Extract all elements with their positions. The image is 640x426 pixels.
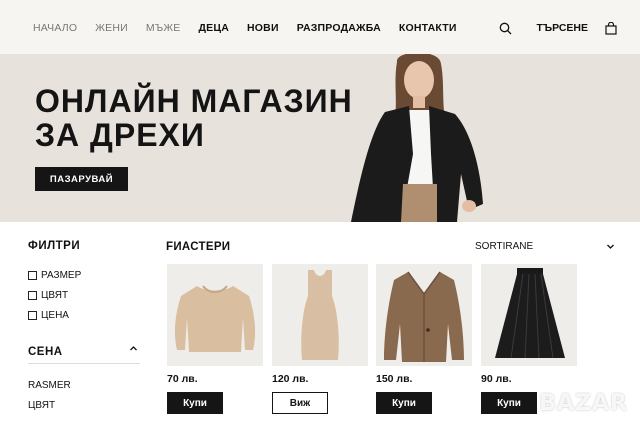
filter-link-color[interactable]: ЦВЯТ — [28, 400, 71, 411]
nav-link-contacts[interactable]: КОНТАКТИ — [399, 22, 457, 34]
products-title: FИАСТЕРИ — [166, 241, 231, 253]
filter-price-label: ЦЕНА — [41, 310, 69, 321]
hero-banner: ОНЛАЙН МАГАЗИН ЗА ДРЕХИ ПАЗАРУВАЙ — [0, 54, 640, 222]
product-card[interactable]: 70 лв. Купи — [167, 264, 263, 414]
chevron-down-icon[interactable] — [606, 242, 615, 251]
sort-label: SORTIRANE — [475, 241, 534, 252]
product-card[interactable]: 150 лв. Купи — [376, 264, 472, 414]
search-label[interactable]: ТЪРСЕНЕ — [537, 22, 588, 34]
search-icon[interactable] — [497, 19, 515, 37]
view-button[interactable]: Виж — [272, 392, 328, 414]
nav-link-new[interactable]: НОВИ — [247, 22, 279, 34]
nav-link-home[interactable]: НАЧАЛО — [33, 22, 77, 34]
product-price: 70 лв. — [167, 373, 198, 385]
filter-link-size[interactable]: RASMER — [28, 380, 71, 391]
product-image-sweater[interactable] — [167, 264, 263, 366]
checkbox-icon[interactable] — [28, 291, 37, 300]
hero-title-line2: ЗА ДРЕХИ — [35, 117, 205, 153]
product-price: 150 лв. — [376, 373, 413, 385]
filter-price-checkbox[interactable]: ЦЕНА — [28, 310, 81, 321]
chevron-up-icon[interactable] — [129, 344, 138, 353]
product-card[interactable]: 120 лв. Виж — [272, 264, 368, 414]
nav-links: НАЧАЛО ЖЕНИ МЪЖЕ ДЕЦА НОВИ РАЗПРОДАЖБА К… — [33, 22, 457, 34]
nav-link-women[interactable]: ЖЕНИ — [95, 22, 128, 34]
product-price: 90 лв. — [481, 373, 512, 385]
product-image-dress[interactable] — [272, 264, 368, 366]
filter-size-checkbox[interactable]: РАЗМЕР — [28, 270, 81, 281]
top-navigation: НАЧАЛО ЖЕНИ МЪЖЕ ДЕЦА НОВИ РАЗПРОДАЖБА К… — [0, 0, 640, 54]
sort-dropdown[interactable]: SORTIRANE — [475, 241, 617, 252]
product-image-skirt[interactable] — [481, 264, 577, 366]
model-photo — [351, 54, 483, 222]
filter-color-checkbox[interactable]: ЦВЯТ — [28, 290, 81, 301]
product-image-blazer[interactable] — [376, 264, 472, 366]
shop-now-button[interactable]: ПАЗАРУВАЙ — [35, 167, 128, 191]
hero-title-line1: ОНЛАЙН МАГАЗИН — [35, 83, 353, 119]
filter-size-label: РАЗМЕР — [41, 270, 82, 281]
nav-link-kids[interactable]: ДЕЦА — [198, 22, 229, 34]
buy-button[interactable]: Купи — [481, 392, 537, 414]
price-section-title: СЕНА — [28, 346, 63, 358]
filter-color-label: ЦВЯТ — [41, 290, 69, 301]
buy-button[interactable]: Купи — [376, 392, 432, 414]
buy-button[interactable]: Купи — [167, 392, 223, 414]
checkbox-icon[interactable] — [28, 271, 37, 280]
nav-link-men[interactable]: МЪЖЕ — [146, 22, 181, 34]
checkbox-icon[interactable] — [28, 311, 37, 320]
nav-link-sale[interactable]: РАЗПРОДАЖБА — [297, 22, 381, 34]
product-price: 120 лв. — [272, 373, 309, 385]
hero-title: ОНЛАЙН МАГАЗИН ЗА ДРЕХИ — [35, 84, 353, 152]
filters-sidebar: ФИЛТРИ РАЗМЕР ЦВЯТ ЦЕНА СЕНА RASMER ЦВЯТ — [28, 240, 140, 411]
filters-title: ФИЛТРИ — [28, 240, 81, 252]
shopping-bag-icon[interactable] — [602, 19, 620, 37]
price-section-header[interactable]: СЕНА — [28, 342, 140, 364]
watermark-logo: BAZAR — [539, 391, 628, 416]
